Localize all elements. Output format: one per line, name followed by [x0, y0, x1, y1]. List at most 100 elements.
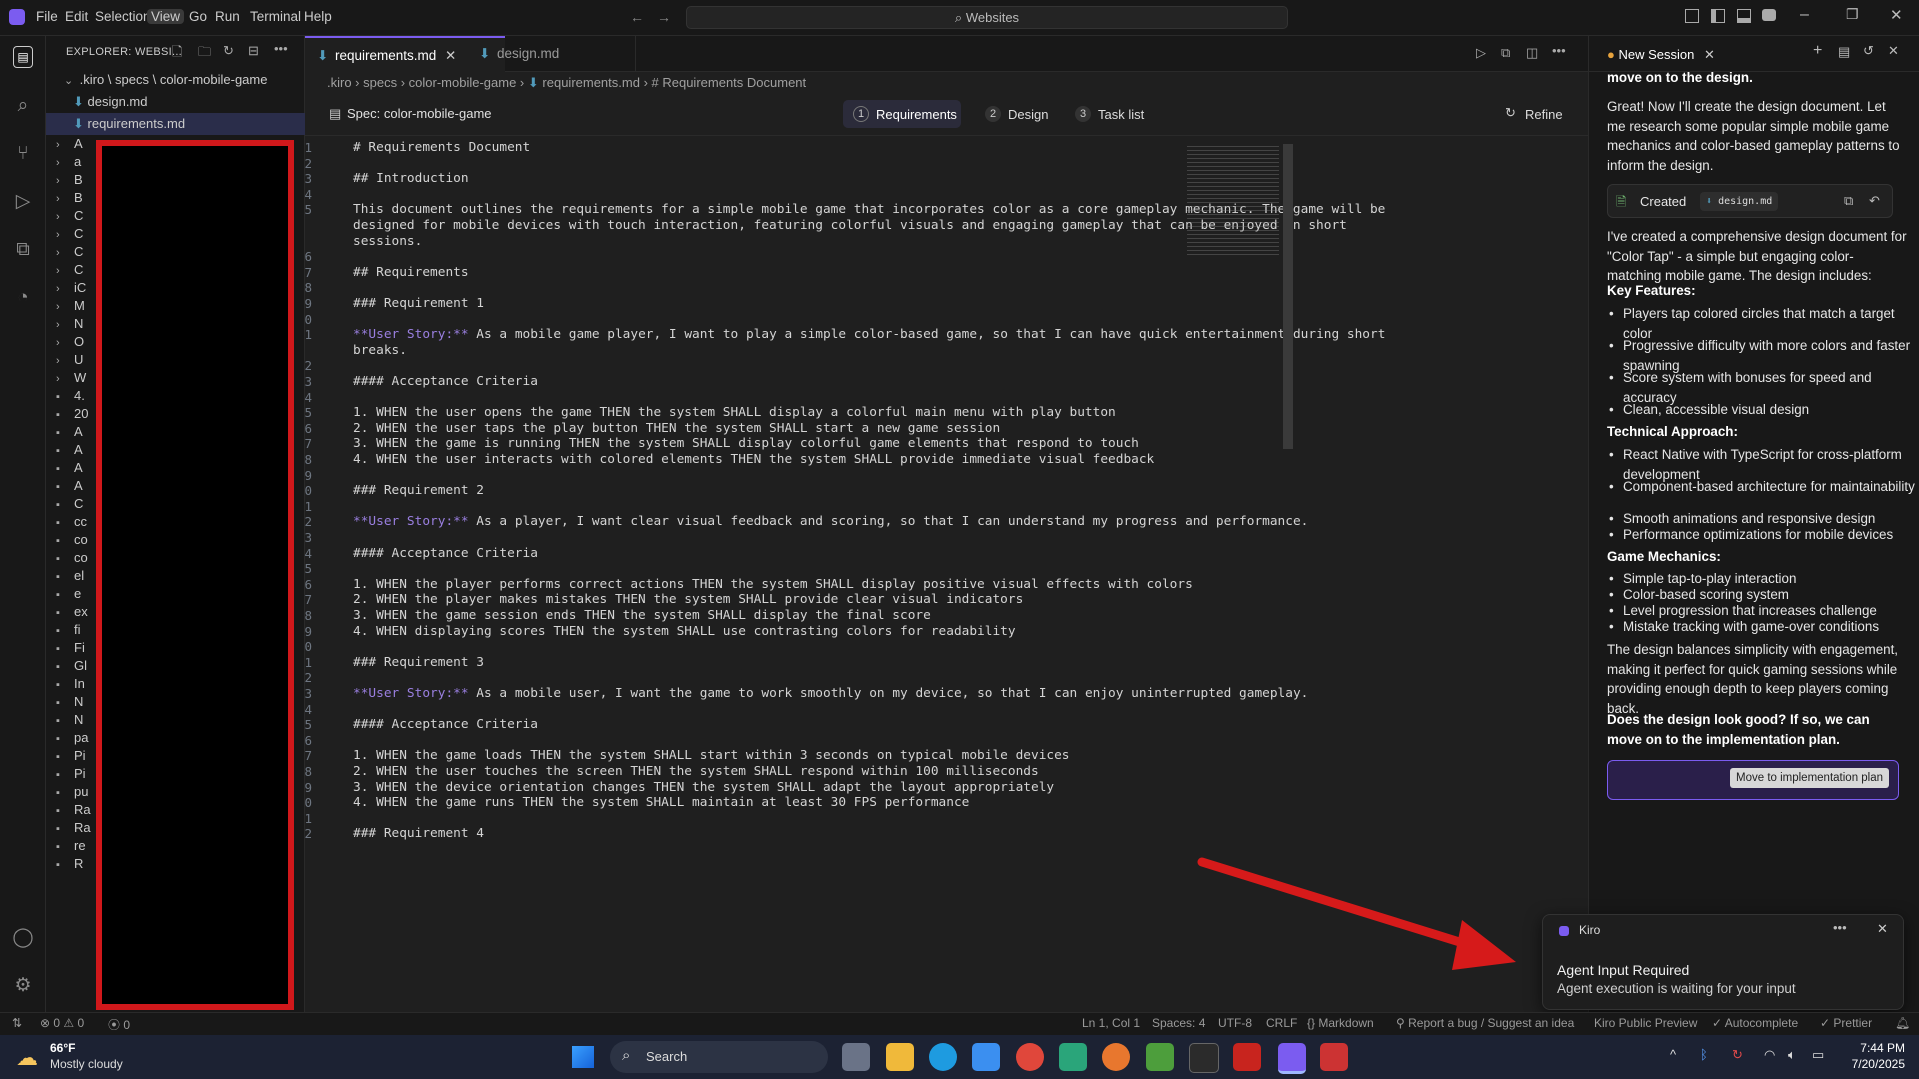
code-line[interactable]: **User Story:** As a mobile game player,…: [353, 327, 1385, 342]
code-line[interactable]: 2. WHEN the user touches the screen THEN…: [353, 764, 1039, 779]
wifi-icon[interactable]: ◠: [1764, 1047, 1775, 1063]
clock-time[interactable]: 7:44 PM: [1845, 1041, 1905, 1055]
restore-icon[interactable]: ↺: [1863, 43, 1874, 59]
code-line[interactable]: #### Acceptance Criteria: [353, 374, 538, 389]
breadcrumb-item[interactable]: requirements.md: [542, 75, 640, 90]
search-icon[interactable]: ⌕: [11, 94, 35, 118]
command-center-search[interactable]: ⌕ Websites: [686, 6, 1288, 29]
ports-indicator[interactable]: ⦿ 0: [108, 1016, 130, 1033]
code-line[interactable]: 3. WHEN the game is running THEN the sys…: [353, 436, 1139, 451]
refine-button[interactable]: ↻ Refine: [1505, 100, 1575, 128]
minimap[interactable]: [1187, 146, 1279, 256]
revert-icon[interactable]: ↶: [1869, 193, 1880, 209]
code-line[interactable]: **User Story:** As a mobile user, I want…: [353, 686, 1308, 701]
minimize-icon[interactable]: –: [1800, 6, 1809, 24]
code-line[interactable]: 1. WHEN the player performs correct acti…: [353, 577, 1193, 592]
kiro-app-icon[interactable]: [1278, 1043, 1306, 1074]
line-endings[interactable]: CRLF: [1266, 1016, 1297, 1030]
code-line[interactable]: breaks.: [353, 343, 407, 358]
close-tab-icon[interactable]: ✕: [1704, 47, 1715, 62]
code-line[interactable]: sessions.: [353, 234, 422, 249]
code-line[interactable]: 2. WHEN the user taps the play button TH…: [353, 421, 1000, 436]
menu-terminal[interactable]: Terminal: [246, 9, 305, 24]
chat-toggle-icon[interactable]: [1762, 9, 1776, 21]
close-panel-icon[interactable]: ✕: [1888, 43, 1899, 59]
menu-view[interactable]: View: [147, 9, 185, 24]
toggle-panel-icon[interactable]: [1737, 9, 1751, 23]
settings-gear-icon[interactable]: ⚙: [11, 974, 35, 998]
toast-more-icon[interactable]: •••: [1833, 920, 1847, 935]
created-file-card[interactable]: 🗎 Created ⬇ design.md ⧉ ↶: [1607, 184, 1893, 218]
chevron-up-icon[interactable]: ^: [1670, 1047, 1676, 1062]
kiro-ghost-icon[interactable]: ◔: [11, 286, 35, 310]
breadcrumb-item[interactable]: color-mobile-game: [409, 75, 517, 90]
code-line[interactable]: ### Requirement 2: [353, 483, 484, 498]
menu-run[interactable]: Run: [211, 9, 244, 24]
prettier-status[interactable]: ✓ Prettier: [1820, 1016, 1872, 1030]
menu-file[interactable]: File: [32, 9, 62, 24]
refresh-icon[interactable]: ↻: [223, 43, 234, 59]
code-line[interactable]: 3. WHEN the game session ends THEN the s…: [353, 608, 931, 623]
file-explorer-icon[interactable]: [886, 1043, 914, 1071]
bluetooth-icon[interactable]: ᛒ: [1700, 1047, 1708, 1062]
file-chip[interactable]: ⬇ design.md: [1700, 192, 1779, 211]
notification-toast[interactable]: Kiro ••• ✕ Agent Input Required Agent ex…: [1542, 914, 1904, 1010]
code-line[interactable]: 4. WHEN displaying scores THEN the syste…: [353, 624, 1016, 639]
weather-icon[interactable]: ☁: [16, 1045, 38, 1071]
language-mode[interactable]: {} Markdown: [1307, 1016, 1374, 1030]
weather-temp[interactable]: 66°F: [50, 1041, 75, 1055]
battery-icon[interactable]: ▭: [1812, 1047, 1824, 1063]
code-line[interactable]: ## Introduction: [353, 171, 469, 186]
chrome-icon[interactable]: [1016, 1043, 1044, 1071]
breadcrumb-item[interactable]: .kiro: [327, 75, 352, 90]
step-requirements[interactable]: 1 Requirements: [843, 100, 961, 128]
code-line[interactable]: #### Acceptance Criteria: [353, 717, 538, 732]
edge-browser-icon[interactable]: [929, 1043, 957, 1071]
move-to-implementation-button[interactable]: Move to implementation plan: [1730, 768, 1890, 788]
explorer-icon[interactable]: ▤: [13, 46, 33, 68]
code-line[interactable]: 4. WHEN the user interacts with colored …: [353, 452, 1154, 467]
clock-date[interactable]: 7/20/2025: [1835, 1057, 1905, 1071]
more-actions-icon[interactable]: •••: [274, 41, 288, 56]
code-line[interactable]: ### Requirement 4: [353, 826, 484, 841]
breadcrumb-item[interactable]: # Requirements Document: [652, 75, 807, 90]
taskbar-search[interactable]: ⌕ Search: [610, 1041, 828, 1073]
tree-file-design[interactable]: ⬇ design.md: [46, 91, 305, 113]
new-folder-icon[interactable]: 🗀: [198, 43, 211, 65]
run-debug-icon[interactable]: ▷: [11, 190, 35, 214]
task-view-icon[interactable]: [842, 1043, 870, 1071]
code-line[interactable]: 1. WHEN the game loads THEN the system S…: [353, 748, 1070, 763]
code-line[interactable]: 3. WHEN the device orientation changes T…: [353, 780, 1054, 795]
account-icon[interactable]: ◯: [11, 926, 35, 950]
menu-help[interactable]: Help: [300, 9, 336, 24]
new-file-icon[interactable]: 🗋: [172, 43, 182, 65]
menu-edit[interactable]: Edit: [61, 9, 92, 24]
layout-icon[interactable]: [1685, 9, 1699, 23]
breadcrumb-item[interactable]: specs: [363, 75, 397, 90]
report-bug-link[interactable]: ⚲ Report a bug / Suggest an idea: [1396, 1016, 1574, 1030]
step-task-list[interactable]: 3 Task list: [1065, 100, 1155, 128]
problems-indicator[interactable]: ⊗ 0 ⚠ 0: [40, 1016, 84, 1030]
more-actions-icon[interactable]: •••: [1552, 43, 1566, 58]
split-editor-icon[interactable]: ◫: [1526, 45, 1538, 61]
code-line[interactable]: 2. WHEN the player makes mistakes THEN t…: [353, 592, 1023, 607]
back-arrow-icon[interactable]: ←: [630, 9, 644, 25]
toggle-sidebar-icon[interactable]: [1711, 9, 1725, 23]
preview-icon[interactable]: ⧉: [1501, 45, 1510, 61]
terminal-icon[interactable]: [1189, 1043, 1219, 1073]
store-icon[interactable]: [972, 1043, 1000, 1071]
collapse-all-icon[interactable]: ⊟: [248, 43, 259, 59]
firefox-icon[interactable]: [1102, 1043, 1130, 1071]
encoding[interactable]: UTF-8: [1218, 1016, 1252, 1030]
filezilla-icon[interactable]: [1233, 1043, 1261, 1071]
code-line[interactable]: ## Requirements: [353, 265, 469, 280]
scrollbar-thumb[interactable]: [1283, 144, 1293, 449]
indentation[interactable]: Spaces: 4: [1152, 1016, 1205, 1030]
restore-icon[interactable]: ❐: [1846, 6, 1859, 23]
volume-icon[interactable]: 🔈︎: [1788, 1047, 1796, 1063]
code-line[interactable]: **User Story:** As a player, I want clea…: [353, 514, 1308, 529]
open-diff-icon[interactable]: ⧉: [1844, 193, 1853, 209]
code-line[interactable]: 4. WHEN the game runs THEN the system SH…: [353, 795, 969, 810]
close-window-icon[interactable]: ✕: [1890, 6, 1903, 24]
remote-icon[interactable]: ⇅: [12, 1016, 22, 1030]
